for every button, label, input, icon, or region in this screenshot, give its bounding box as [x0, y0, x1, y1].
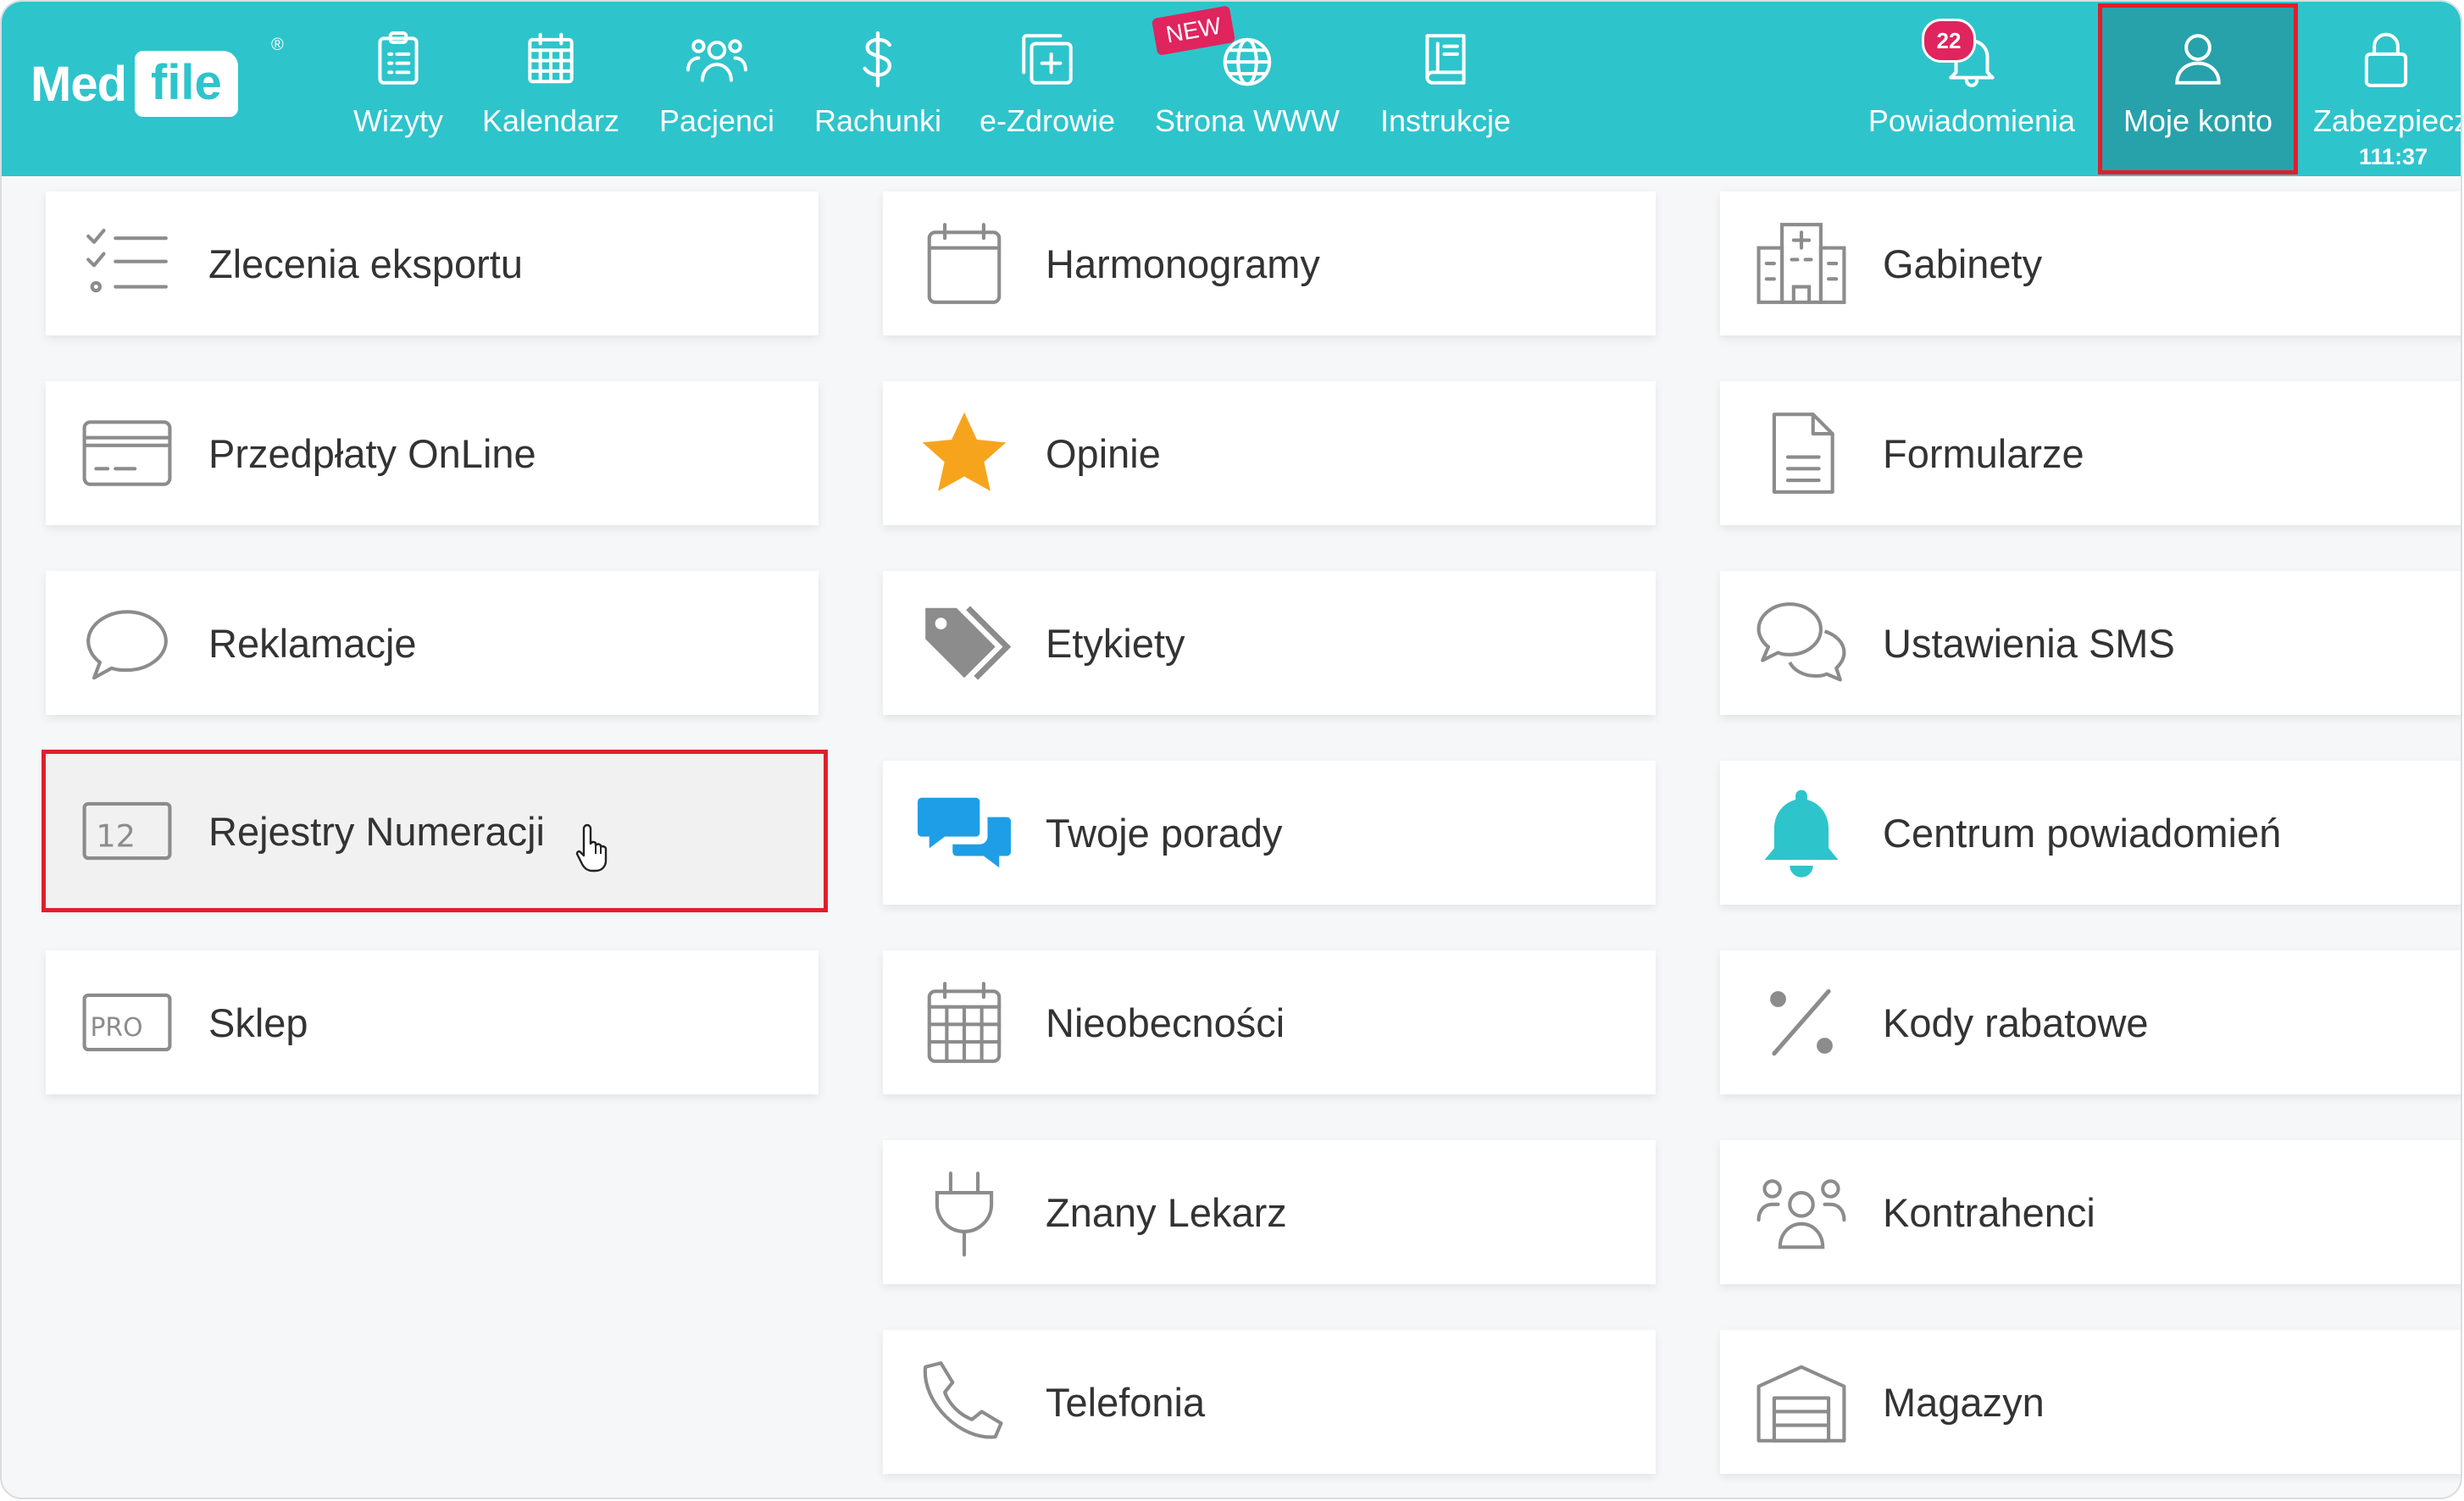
tile-label: Sklep: [208, 1000, 308, 1045]
tile-label: Kontrahenci: [1883, 1189, 2095, 1235]
tile-label: Rejestry Numeracji: [208, 808, 545, 854]
tile-label: Ustawienia SMS: [1883, 620, 2175, 666]
dollar-icon: [844, 25, 912, 93]
pro-badge-icon: PRO: [76, 972, 178, 1073]
chat-bubbles-icon: [913, 782, 1015, 883]
tile-label: Centrum powiadomień: [1883, 810, 2282, 856]
tile-kontrahenci[interactable]: Kontrahenci: [1720, 1140, 2461, 1284]
tile-label: Etykiety: [1046, 620, 1185, 666]
bell-filled-icon: [1751, 782, 1852, 883]
tile-kody-rabatowe[interactable]: Kody rabatowe: [1720, 950, 2461, 1094]
nav-label: Kalendarz: [481, 103, 620, 138]
nav-label: Strona WWW: [1154, 103, 1340, 138]
nav-label: Rachunki: [813, 103, 942, 138]
nav-zabezpiecz[interactable]: Zabezpiecz 111:37: [2305, 2, 2462, 176]
lock-icon: [2352, 25, 2420, 93]
user-icon: [2164, 25, 2232, 93]
credit-card-icon: [76, 402, 178, 504]
nav-label: Instrukcje: [1379, 103, 1512, 138]
nav-label: Zabezpiecz: [2313, 103, 2462, 138]
nav-e-zdrowie[interactable]: e-Zdrowie: [971, 2, 1124, 176]
clipboard-icon: [364, 25, 432, 93]
top-navigation-bar: Med file ® Wizyty Kalendarz Pacjenci Rac…: [2, 2, 2461, 176]
tile-label: Magazyn: [1883, 1379, 2045, 1425]
tile-reklamacje[interactable]: Reklamacje: [46, 571, 819, 715]
pro-icon-text: PRO: [90, 1013, 142, 1043]
tile-label: Zlecenia eksportu: [208, 241, 523, 286]
medfile-logo[interactable]: Med file: [31, 37, 293, 130]
tile-znany-lekarz[interactable]: Znany Lekarz: [883, 1140, 1656, 1284]
tile-label: Formularze: [1883, 430, 2084, 476]
tile-harmonogramy[interactable]: Harmonogramy: [883, 191, 1656, 335]
speech-bubble-icon: [76, 592, 178, 694]
nav-instrukcje[interactable]: Instrukcje: [1371, 2, 1520, 176]
nav-label: Moje konto: [2123, 103, 2273, 138]
tile-label: Kody rabatowe: [1883, 1000, 2149, 1045]
session-timer: 111:37: [2359, 144, 2428, 169]
document-icon: [1751, 402, 1852, 504]
logo-text-file: file: [135, 51, 238, 117]
percent-icon: [1751, 972, 1852, 1073]
nav-label: Wizyty: [353, 103, 443, 138]
tile-label: Twoje porady: [1046, 810, 1283, 856]
tile-label: Nieobecności: [1046, 1000, 1285, 1045]
star-icon: [913, 402, 1015, 504]
nav-moje-konto[interactable]: Moje konto: [2098, 2, 2298, 176]
tile-etykiety[interactable]: Etykiety: [883, 571, 1656, 715]
notification-count-badge: 22: [1922, 19, 1976, 63]
tile-label: Przedpłaty OnLine: [208, 430, 536, 476]
tile-telefonia[interactable]: Telefonia: [883, 1330, 1656, 1474]
nav-label: Pacjenci: [658, 103, 775, 138]
nav-kalendarz[interactable]: Kalendarz: [476, 2, 625, 176]
tile-label: Reklamacje: [208, 620, 417, 666]
calendar-grid-icon: [913, 972, 1015, 1073]
tile-opinie[interactable]: Opinie: [883, 381, 1656, 525]
nav-rachunki[interactable]: Rachunki: [807, 2, 949, 176]
nav-label: Powiadomienia: [1867, 103, 2076, 138]
tile-label: Harmonogramy: [1046, 241, 1320, 286]
tile-label: Znany Lekarz: [1046, 1189, 1287, 1235]
tile-label: Opinie: [1046, 430, 1161, 476]
registered-mark: ®: [271, 36, 284, 54]
app-window: Med file ® Wizyty Kalendarz Pacjenci Rac…: [0, 0, 2462, 1499]
tile-przedplaty-online[interactable]: Przedpłaty OnLine: [46, 381, 819, 525]
tile-ustawienia-sms[interactable]: Ustawienia SMS: [1720, 571, 2461, 715]
hand-cursor-icon: [575, 823, 608, 872]
tile-formularze[interactable]: Formularze: [1720, 381, 2461, 525]
tile-label: Telefonia: [1046, 1379, 1206, 1425]
nav-wizyty[interactable]: Wizyty: [341, 2, 456, 176]
tile-label: Gabinety: [1883, 241, 2043, 286]
tags-icon: [913, 592, 1015, 694]
tile-nieobecnosci[interactable]: Nieobecności: [883, 950, 1656, 1094]
calendar-blank-icon: [913, 213, 1015, 314]
nav-pacjenci[interactable]: Pacjenci: [646, 2, 788, 176]
plug-icon: [913, 1161, 1015, 1263]
checklist-icon: [76, 213, 178, 314]
sms-bubbles-icon: [1751, 592, 1852, 694]
tile-magazyn[interactable]: Magazyn: [1720, 1330, 2461, 1474]
register-icon-text: 12: [96, 817, 136, 854]
number-register-icon: 12: [76, 780, 178, 882]
medical-cross-icon: [1013, 25, 1081, 93]
book-icon: [1412, 25, 1479, 93]
warehouse-icon: [1751, 1351, 1852, 1453]
tile-zlecenia-eksportu[interactable]: Zlecenia eksportu: [46, 191, 819, 335]
tile-twoje-porady[interactable]: Twoje porady: [883, 761, 1656, 905]
calendar-icon: [517, 25, 585, 93]
tile-sklep[interactable]: PRO Sklep: [46, 950, 819, 1094]
tile-centrum-powiadomien[interactable]: Centrum powiadomień: [1720, 761, 2461, 905]
nav-label: e-Zdrowie: [979, 103, 1116, 138]
logo-text-med: Med: [31, 56, 127, 112]
tile-gabinety[interactable]: Gabinety: [1720, 191, 2461, 335]
users-icon: [683, 25, 751, 93]
hospital-icon: [1751, 213, 1852, 314]
phone-icon: [913, 1351, 1015, 1453]
tile-rejestry-numeracji[interactable]: 12 Rejestry Numeracji: [42, 750, 828, 912]
group-icon: [1751, 1161, 1852, 1263]
